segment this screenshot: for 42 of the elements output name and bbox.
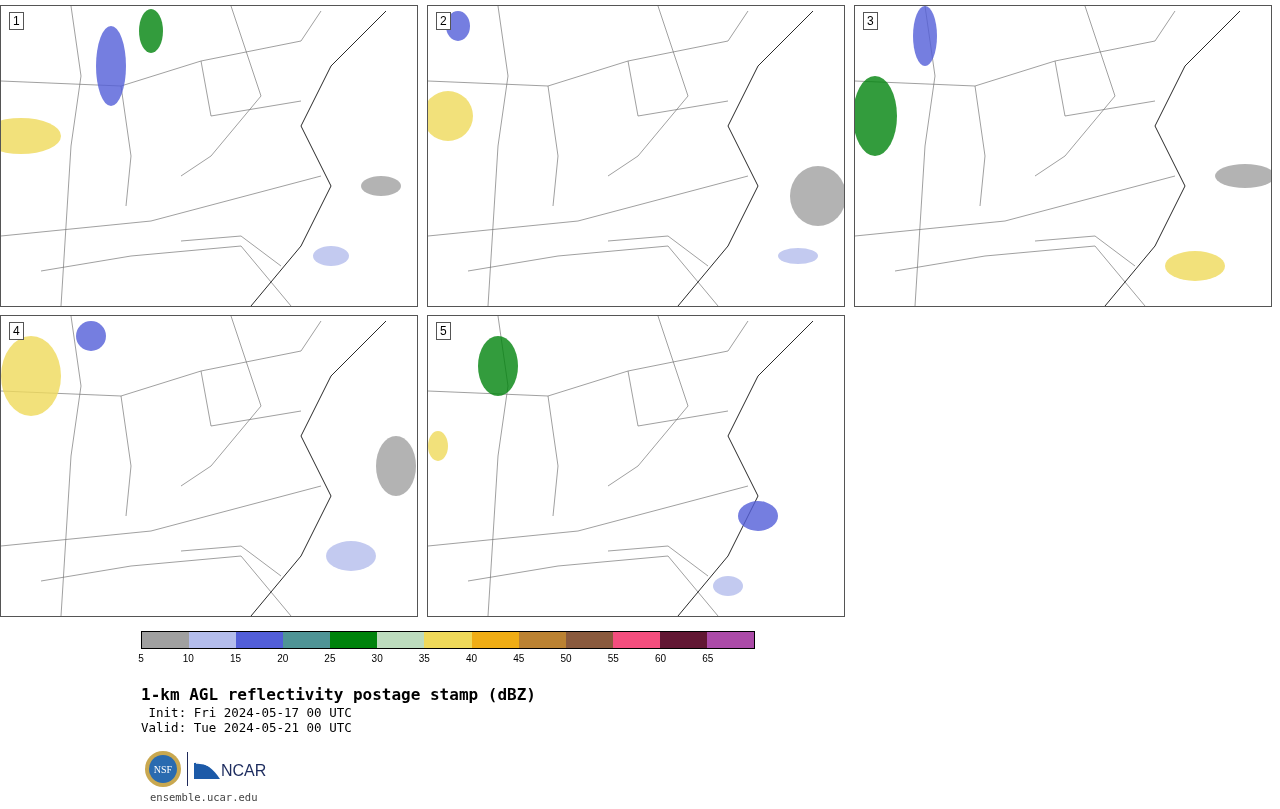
radar-echo xyxy=(738,501,778,531)
radar-echo xyxy=(361,176,401,196)
panel-number: 4 xyxy=(9,322,24,340)
tick-label: 45 xyxy=(513,653,525,665)
radar-echo xyxy=(478,336,518,396)
tick-label: 10 xyxy=(182,653,194,665)
tick-label: 5 xyxy=(138,653,144,665)
radar-echo xyxy=(376,436,416,496)
radar-echo xyxy=(76,321,106,351)
radar-echo xyxy=(713,576,743,596)
radar-echo xyxy=(139,9,163,53)
website-url: ensemble.ucar.edu xyxy=(150,790,258,805)
radar-echo xyxy=(1,118,61,154)
tick-label: 20 xyxy=(277,653,289,665)
radar-echo xyxy=(326,541,376,571)
radar-echo xyxy=(1215,164,1271,188)
tick-label: 30 xyxy=(371,653,383,665)
panel-number: 5 xyxy=(436,322,451,340)
ncar-logo: NCAR xyxy=(194,759,267,779)
radar-echo xyxy=(446,11,470,41)
tick-label: 35 xyxy=(418,653,430,665)
tick-label: 65 xyxy=(702,653,714,665)
nsf-logo: NSF xyxy=(145,751,181,787)
radar-echo xyxy=(428,431,448,461)
tick-label: 60 xyxy=(654,653,667,665)
radar-echo xyxy=(313,246,349,266)
radar-echo xyxy=(778,248,818,264)
radar-echo xyxy=(428,91,473,141)
panel-number: 3 xyxy=(863,12,878,30)
radar-echo xyxy=(790,166,844,226)
tick-label: 15 xyxy=(229,653,241,665)
init-time: Init: Fri 2024-05-17 00 UTC xyxy=(147,705,352,720)
chart-title: 1-km AGL reflectivity postage stamp (dBZ) xyxy=(141,685,537,705)
panel-number: 2 xyxy=(436,12,451,30)
radar-echo xyxy=(913,6,937,66)
panel-number: 1 xyxy=(9,12,24,30)
radar-echo xyxy=(1165,251,1225,281)
tick-label: 50 xyxy=(560,653,572,665)
valid-time: Valid: Tue 2024-05-21 00 UTC xyxy=(141,720,352,735)
tick-label: 55 xyxy=(607,653,619,665)
tick-label: 25 xyxy=(324,653,336,665)
tick-label: 40 xyxy=(466,653,478,665)
